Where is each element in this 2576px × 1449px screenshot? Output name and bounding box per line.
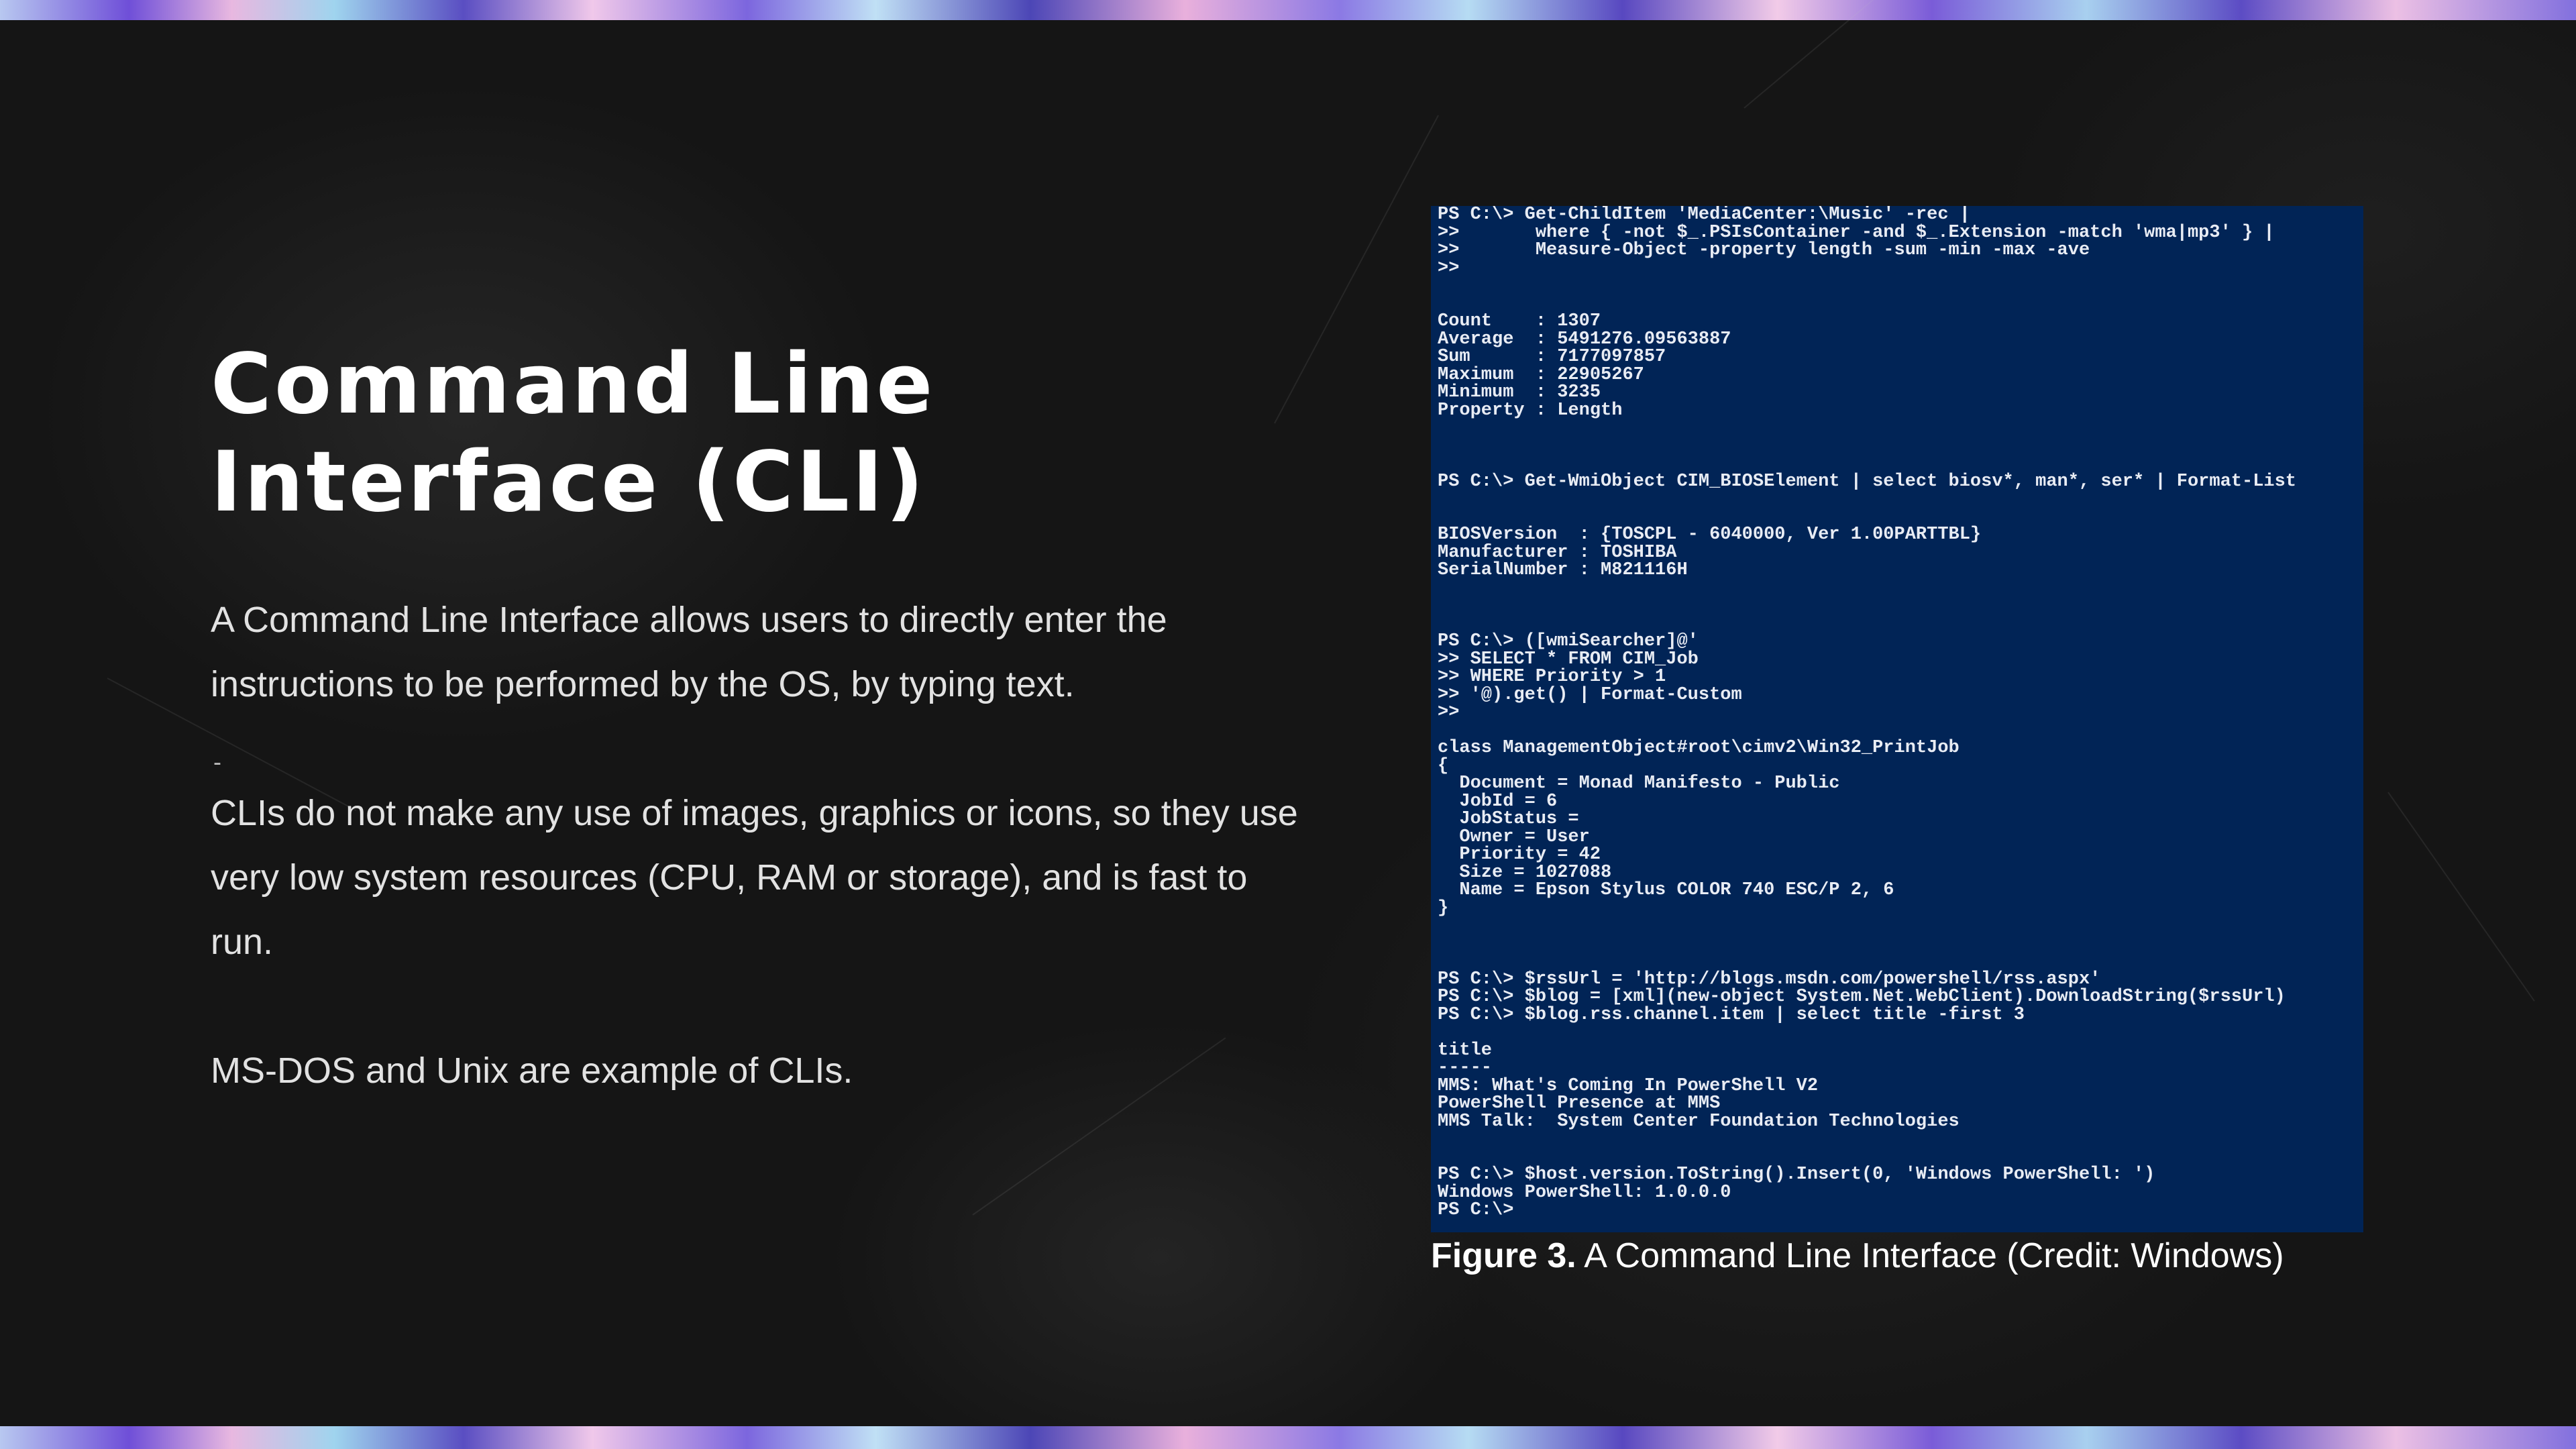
slide-canvas: Command Line Interface (CLI) A Command L… xyxy=(0,0,2576,1426)
terminal-line: Average : 5491276.09563887 xyxy=(1438,329,1731,350)
figure-caption: Figure 3. A Command Line Interface (Cred… xyxy=(1431,1236,2284,1276)
terminal-line: PS C:\> xyxy=(1438,1200,1514,1220)
terminal-line: Size = 1027088 xyxy=(1438,862,1612,883)
terminal-line: Priority = 42 xyxy=(1438,845,1601,865)
terminal-line: >> xyxy=(1438,258,1460,278)
terminal-line: >> xyxy=(1438,702,1460,722)
terminal-line: >> WHERE Priority > 1 xyxy=(1438,667,1666,687)
terminal-line: SerialNumber : M821116H xyxy=(1438,560,1688,580)
terminal-line: >> Measure-Object -property length -sum … xyxy=(1438,240,2090,260)
figure-caption-text: A Command Line Interface (Credit: Window… xyxy=(1576,1236,2284,1275)
terminal-line: PS C:\> Get-ChildItem 'MediaCenter:\Musi… xyxy=(1438,206,1970,225)
terminal-line: BIOSVersion : {TOSCPL - 6040000, Ver 1.0… xyxy=(1438,525,1982,545)
title-line-1: Command Line xyxy=(211,336,936,433)
terminal-line: Document = Monad Manifesto - Public xyxy=(1438,773,1840,794)
terminal-line: JobStatus = xyxy=(1438,809,1579,829)
terminal-line: Minimum : 3235 xyxy=(1438,382,1601,402)
terminal-line: PS C:\> $host.version.ToString().Insert(… xyxy=(1438,1165,2155,1185)
terminal-line: MMS: What's Coming In PowerShell V2 xyxy=(1438,1075,1819,1096)
terminal-line: } xyxy=(1438,898,1449,918)
paragraph-definition: A Command Line Interface allows users to… xyxy=(211,600,1167,704)
terminal-line: Manufacturer : TOSHIBA xyxy=(1438,542,1677,563)
terminal-line: Maximum : 22905267 xyxy=(1438,364,1644,385)
terminal-line: ----- xyxy=(1438,1058,1493,1078)
terminal-line: title xyxy=(1438,1040,1493,1061)
figure-label: Figure 3. xyxy=(1431,1236,1576,1275)
decorative-top-border xyxy=(0,0,2576,20)
terminal-line: PowerShell Presence at MMS xyxy=(1438,1093,1721,1114)
terminal-line: Name = Epson Stylus COLOR 740 ESC/P 2, 6 xyxy=(1438,880,1894,900)
terminal-line: >> '@).get() | Format-Custom xyxy=(1438,684,1742,705)
paragraph-examples: MS-DOS and Unix are example of CLIs. xyxy=(211,1051,853,1091)
terminal-line: Sum : 7177097857 xyxy=(1438,347,1666,367)
terminal-line: PS C:\> Get-WmiObject CIM_BIOSElement | … xyxy=(1438,471,2297,492)
paragraph-resources: CLIs do not make any use of images, grap… xyxy=(211,793,1298,962)
powershell-terminal-screenshot: PS C:\> Get-ChildItem 'MediaCenter:\Musi… xyxy=(1431,206,2363,1232)
terminal-line: >> SELECT * FROM CIM_Job xyxy=(1438,649,1699,669)
terminal-line: PS C:\> $rssUrl = 'http://blogs.msdn.com… xyxy=(1438,969,2101,989)
terminal-line: PS C:\> $blog = [xml](new-object System.… xyxy=(1438,987,2286,1007)
terminal-line: JobId = 6 xyxy=(1438,791,1558,812)
terminal-line: MMS Talk: System Center Foundation Techn… xyxy=(1438,1111,1960,1132)
title-line-2: Interface (CLI) xyxy=(211,434,926,531)
terminal-line: Property : Length xyxy=(1438,400,1623,421)
slide-title: Command Line Interface (CLI) xyxy=(211,335,1351,531)
terminal-line: class ManagementObject#root\cimv2\Win32_… xyxy=(1438,738,1960,758)
terminal-line: Count : 1307 xyxy=(1438,311,1601,331)
stray-bullet-mark: - xyxy=(213,748,221,775)
terminal-line: >> where { -not $_.PSIsContainer -and $_… xyxy=(1438,222,2275,243)
terminal-line: PS C:\> ([wmiSearcher]@' xyxy=(1438,631,1699,651)
terminal-line: Owner = User xyxy=(1438,826,1590,847)
paper-crease xyxy=(2387,792,2535,1002)
terminal-line: Windows PowerShell: 1.0.0.0 xyxy=(1438,1182,1731,1203)
decorative-bottom-border xyxy=(0,1426,2576,1449)
terminal-line: { xyxy=(1438,755,1449,776)
terminal-line: PS C:\> $blog.rss.channel.item | select … xyxy=(1438,1004,2025,1025)
